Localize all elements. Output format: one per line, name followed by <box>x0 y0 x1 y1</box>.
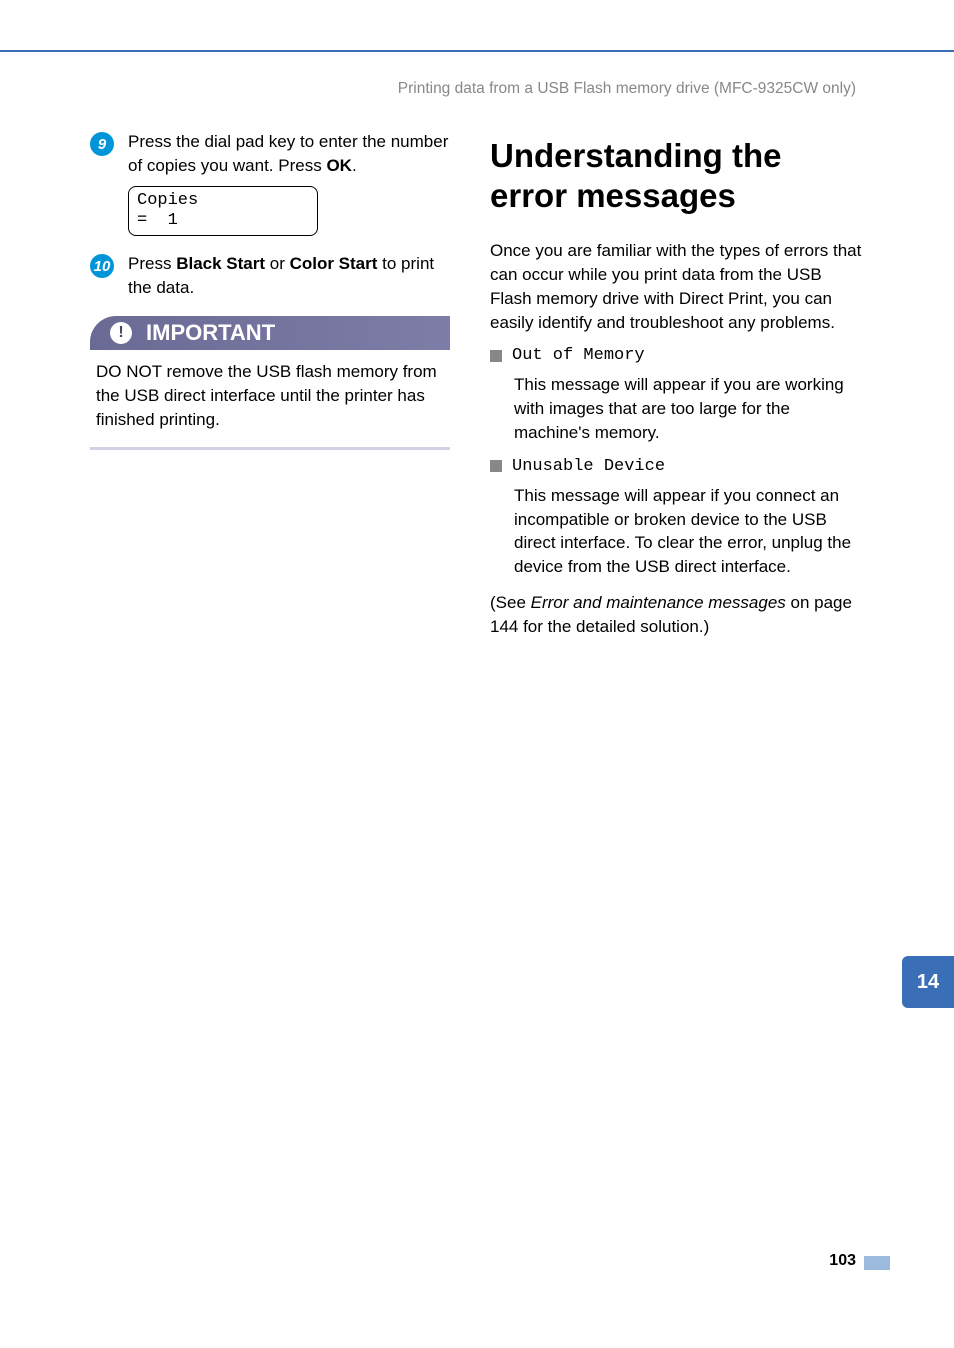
step-9-body: Press the dial pad key to enter the numb… <box>128 130 450 236</box>
step-9-text-post: . <box>352 156 357 175</box>
important-callout: ! IMPORTANT DO NOT remove the USB flash … <box>90 316 450 450</box>
error-item-out-of-memory: Out of Memory This message will appear i… <box>490 346 864 444</box>
error-label: Out of Memory <box>512 346 645 365</box>
page-number: 103 <box>829 1252 856 1270</box>
important-header: ! IMPORTANT <box>90 316 450 350</box>
top-divider <box>0 50 954 52</box>
step-10-text-pre: Press <box>128 254 176 273</box>
left-column: 9 Press the dial pad key to enter the nu… <box>90 130 450 639</box>
intro-paragraph: Once you are familiar with the types of … <box>490 239 864 334</box>
important-title: IMPORTANT <box>146 320 275 346</box>
error-description: This message will appear if you connect … <box>514 484 864 579</box>
step-10-mid1: or <box>265 254 290 273</box>
header-breadcrumb: Printing data from a USB Flash memory dr… <box>398 80 856 98</box>
step-10: 10 Press Black Start or Color Start to p… <box>90 252 450 300</box>
error-label-row: Out of Memory <box>490 346 864 365</box>
content-area: 9 Press the dial pad key to enter the nu… <box>90 130 864 639</box>
error-label: Unusable Device <box>512 457 665 476</box>
step-10-body: Press Black Start or Color Start to prin… <box>128 252 450 300</box>
error-item-unusable-device: Unusable Device This message will appear… <box>490 457 864 579</box>
step-10-bold-black: Black Start <box>176 254 265 273</box>
section-heading: Understanding the error messages <box>490 136 864 215</box>
see-link[interactable]: Error and maintenance messages <box>531 593 786 612</box>
page-decoration <box>864 1256 890 1270</box>
step-9-text-pre: Press the dial pad key to enter the numb… <box>128 132 448 175</box>
square-bullet-icon <box>490 460 502 472</box>
step-9: 9 Press the dial pad key to enter the nu… <box>90 130 450 236</box>
right-column: Understanding the error messages Once yo… <box>490 130 864 639</box>
see-also: (See Error and maintenance messages on p… <box>490 591 864 639</box>
step-number-icon: 10 <box>90 254 114 278</box>
step-10-bold-color: Color Start <box>290 254 378 273</box>
step-9-bold-ok: OK <box>326 156 352 175</box>
see-pre: (See <box>490 593 531 612</box>
error-description: This message will appear if you are work… <box>514 373 864 444</box>
chapter-tab[interactable]: 14 <box>902 956 954 1008</box>
lcd-display: Copies = 1 <box>128 186 318 237</box>
step-number-icon: 9 <box>90 132 114 156</box>
exclamation-icon: ! <box>110 322 132 344</box>
important-body: DO NOT remove the USB flash memory from … <box>90 350 450 447</box>
square-bullet-icon <box>490 350 502 362</box>
error-label-row: Unusable Device <box>490 457 864 476</box>
